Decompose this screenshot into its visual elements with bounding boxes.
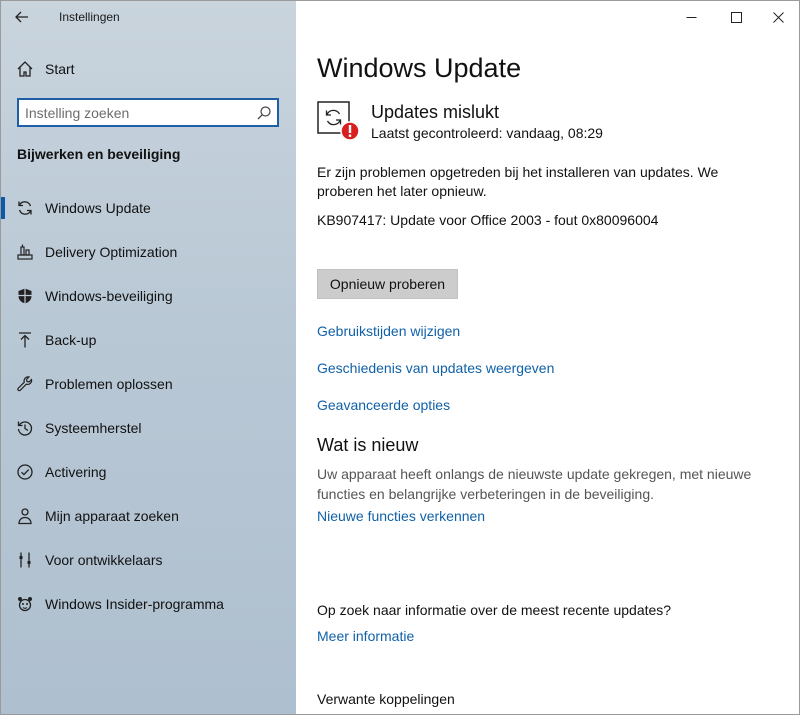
minimize-icon bbox=[686, 16, 696, 18]
change-active-hours-link[interactable]: Gebruikstijden wijzigen bbox=[317, 323, 460, 339]
sidebar-item-windows-insider[interactable]: Windows Insider-programma bbox=[1, 584, 296, 624]
insider-icon bbox=[16, 595, 34, 613]
sidebar-item-label: Back-up bbox=[45, 332, 97, 348]
sidebar-item-label: Systeemherstel bbox=[45, 420, 142, 436]
person-pin-icon bbox=[16, 507, 34, 525]
sidebar-item-windows-update[interactable]: Windows Update bbox=[1, 188, 296, 228]
history-icon bbox=[16, 419, 34, 437]
last-checked-text: Laatst gecontroleerd: vandaag, 08:29 bbox=[371, 125, 603, 141]
app-title: Instellingen bbox=[59, 10, 120, 24]
check-circle-icon bbox=[16, 463, 34, 481]
search-box[interactable] bbox=[17, 98, 279, 127]
maximize-icon bbox=[730, 11, 742, 23]
related-links-heading: Verwante koppelingen bbox=[317, 691, 455, 707]
failed-update-entry: KB907417: Update voor Office 2003 - fout… bbox=[317, 212, 659, 228]
main-content: Windows Update Updates mislukt Laatst ge… bbox=[296, 1, 799, 714]
back-arrow-icon bbox=[15, 11, 28, 23]
sidebar-item-activation[interactable]: Activering bbox=[1, 452, 296, 492]
whats-new-description: Uw apparaat heeft onlangs de nieuwste up… bbox=[317, 466, 752, 502]
sidebar-item-home[interactable]: Start bbox=[1, 49, 296, 89]
delivery-icon bbox=[16, 243, 34, 261]
back-button[interactable] bbox=[9, 5, 35, 29]
sidebar-item-system-restore[interactable]: Systeemherstel bbox=[1, 408, 296, 448]
minimize-button[interactable] bbox=[670, 1, 712, 33]
sidebar-item-label: Windows-beveiliging bbox=[45, 288, 173, 304]
search-icon[interactable] bbox=[256, 105, 272, 121]
info-question: Op zoek naar informatie over de meest re… bbox=[317, 602, 672, 618]
sidebar-item-find-my-device[interactable]: Mijn apparaat zoeken bbox=[1, 496, 296, 536]
status-title: Updates mislukt bbox=[371, 102, 500, 122]
section-title: Bijwerken en beveiliging bbox=[17, 146, 181, 162]
sidebar-item-label: Delivery Optimization bbox=[45, 244, 178, 260]
whats-new-heading: Wat is nieuw bbox=[317, 435, 419, 455]
sidebar: Instellingen Start Bijwerken en beveilig… bbox=[1, 1, 296, 714]
sidebar-item-label: Start bbox=[45, 61, 75, 77]
retry-button[interactable]: Opnieuw proberen bbox=[317, 269, 458, 299]
sidebar-item-label: Mijn apparaat zoeken bbox=[45, 508, 179, 524]
wrench-icon bbox=[16, 375, 34, 393]
explore-features-link[interactable]: Nieuwe functies verkennen bbox=[317, 508, 485, 524]
update-failed-icon bbox=[317, 101, 360, 141]
maximize-button[interactable] bbox=[715, 1, 757, 33]
shield-icon bbox=[16, 287, 34, 305]
sidebar-item-developers[interactable]: Voor ontwikkelaars bbox=[1, 540, 296, 580]
update-history-link[interactable]: Geschiedenis van updates weergeven bbox=[317, 360, 554, 376]
page-title: Windows Update bbox=[317, 53, 522, 83]
sidebar-item-troubleshoot[interactable]: Problemen oplossen bbox=[1, 364, 296, 404]
close-button[interactable] bbox=[757, 1, 799, 33]
sidebar-item-label: Voor ontwikkelaars bbox=[45, 552, 163, 568]
more-info-link[interactable]: Meer informatie bbox=[317, 628, 414, 644]
title-bar: Instellingen bbox=[1, 1, 296, 33]
search-input[interactable] bbox=[25, 103, 250, 122]
sidebar-item-label: Activering bbox=[45, 464, 107, 480]
sidebar-item-windows-security[interactable]: Windows-beveiliging bbox=[1, 276, 296, 316]
refresh-icon bbox=[16, 199, 34, 217]
sidebar-item-label: Windows Update bbox=[45, 200, 151, 216]
upload-arrow-icon bbox=[16, 331, 34, 349]
close-icon bbox=[772, 11, 784, 23]
sidebar-item-label: Problemen oplossen bbox=[45, 376, 173, 392]
sidebar-item-delivery-optimization[interactable]: Delivery Optimization bbox=[1, 232, 296, 272]
error-message: Er zijn problemen opgetreden bij het ins… bbox=[317, 164, 719, 199]
sidebar-item-backup[interactable]: Back-up bbox=[1, 320, 296, 360]
settings-window: Instellingen Start Bijwerken en beveilig… bbox=[0, 0, 800, 715]
home-icon bbox=[16, 60, 34, 78]
tools-icon bbox=[16, 551, 34, 569]
sidebar-item-label: Windows Insider-programma bbox=[45, 596, 224, 612]
advanced-options-link[interactable]: Geavanceerde opties bbox=[317, 397, 450, 413]
